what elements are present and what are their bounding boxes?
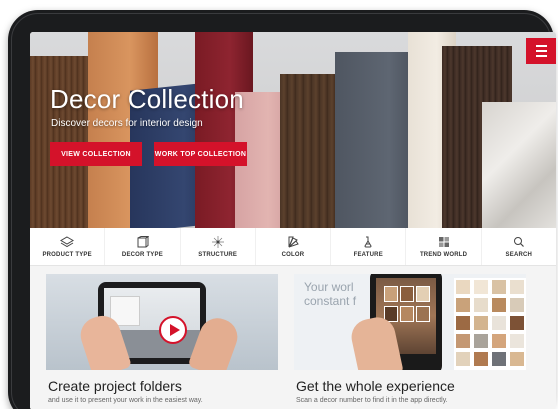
color-fan-icon <box>286 236 300 248</box>
card-image-tablet-video <box>46 274 278 370</box>
layers-icon <box>60 235 75 248</box>
worktop-collection-button[interactable]: WORK TOP COLLECTION <box>154 142 247 166</box>
hero-title: Decor Collection <box>50 84 244 114</box>
nav-item-structure[interactable]: STRUCTURE <box>181 228 256 265</box>
decor-panel-marble <box>482 102 556 228</box>
tablet-frame: Decor Collection Discover decors for int… <box>8 10 556 409</box>
hero-subtitle: Discover decors for interior design <box>51 118 203 129</box>
card-image-phone-scan: Your worl constant f <box>294 274 526 370</box>
nav-item-trend-world[interactable]: TREND WORLD <box>406 228 482 265</box>
grid-icon <box>437 236 451 248</box>
app-screen: Decor Collection Discover decors for int… <box>30 32 556 409</box>
card-title: Get the whole experience <box>296 378 455 394</box>
card-project-folders[interactable]: Create project folders and use it to pre… <box>46 274 278 409</box>
category-nav: PRODUCT TYPE DECOR TYPE STRUCTURE COLOR <box>30 228 556 266</box>
card-whole-experience[interactable]: Your worl constant f Get the whole exper… <box>294 274 526 409</box>
nav-label: STRUCTURE <box>198 251 238 258</box>
image-caption-line: Your worl <box>304 280 354 294</box>
card-description: Scan a decor number to find it in the ap… <box>296 397 448 404</box>
hamburger-menu-icon[interactable] <box>526 38 556 64</box>
feature-icon <box>361 236 375 248</box>
panel-icon <box>135 235 150 248</box>
card-title: Create project folders <box>48 378 182 394</box>
search-icon <box>512 236 526 248</box>
image-caption-line: constant f <box>304 294 357 308</box>
nav-item-product-type[interactable]: PRODUCT TYPE <box>30 228 106 265</box>
view-collection-button[interactable]: VIEW COLLECTION <box>50 142 142 166</box>
nav-label: COLOR <box>281 251 305 258</box>
nav-item-decor-type[interactable]: DECOR TYPE <box>105 228 181 265</box>
nav-item-color[interactable]: COLOR <box>256 228 332 265</box>
feature-cards: Create project folders and use it to pre… <box>30 266 556 409</box>
nav-label: FEATURE <box>353 251 383 258</box>
nav-label: DECOR TYPE <box>121 251 163 258</box>
nav-label: SEARCH <box>505 251 533 258</box>
decor-swatch-grid <box>454 278 526 370</box>
nav-item-search[interactable]: SEARCH <box>482 228 556 265</box>
nav-item-feature[interactable]: FEATURE <box>331 228 407 265</box>
nav-label: PRODUCT TYPE <box>42 251 92 258</box>
sparkle-icon <box>211 235 225 248</box>
nav-label: TREND WORLD <box>419 251 468 258</box>
card-description: and use it to present your work in the e… <box>48 397 203 404</box>
hero-banner: Decor Collection Discover decors for int… <box>30 32 556 228</box>
